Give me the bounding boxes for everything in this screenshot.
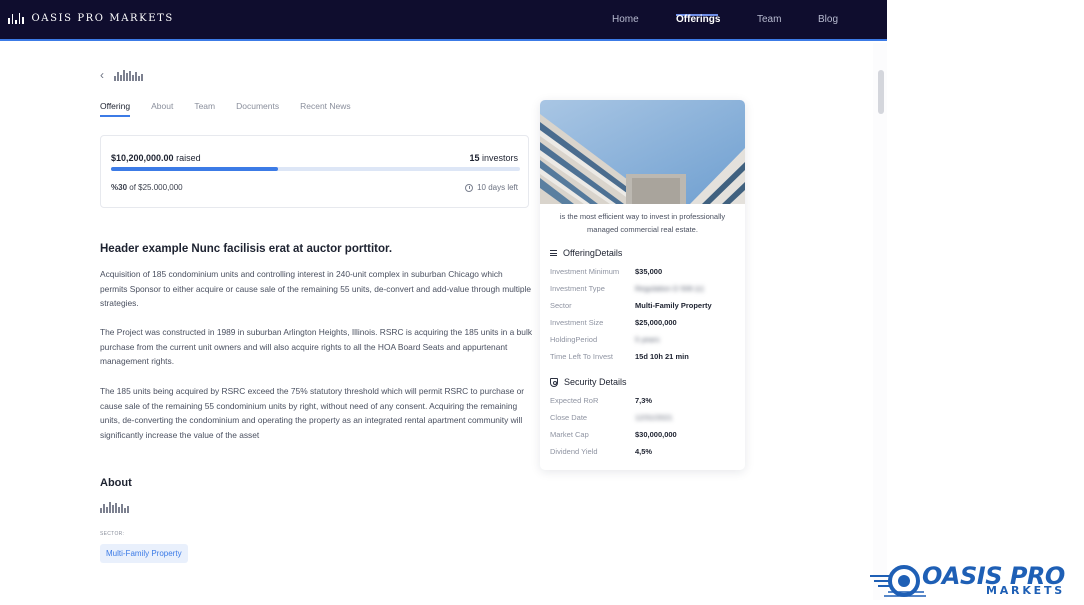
raised-amount: $10,200,000.00 raised [111,153,201,163]
days-left-text: 10 days left [477,183,518,192]
detail-label: Dividend Yield [550,447,598,456]
back-chevron-icon[interactable]: ‹ [100,68,104,82]
nav-link-team[interactable]: Team [757,14,781,25]
page-scrollbar[interactable] [873,43,887,600]
offering-details-title: OfferingDetails [563,248,623,258]
detail-label: Investment Size [550,318,604,327]
raise-progress-card: $10,200,000.00 raised 15 investors %30 o… [100,135,529,208]
security-details-heading: Security Details [550,377,627,387]
watermark-emblem-icon [870,565,926,597]
offering-details-card: is the most efficient way to invest in p… [540,100,745,470]
detail-label: HoldingPeriod [550,335,598,344]
nav-link-blog[interactable]: Blog [818,14,838,25]
top-navbar: OASIS PRO MARKETS Home Offerings Team Bl… [0,0,887,41]
detail-label: Close Date [550,413,588,422]
detail-label: Investment Type [550,284,605,293]
clock-icon [465,183,474,192]
detail-label: Sector [550,301,572,310]
raise-progress-fill [111,167,278,171]
offering-tagline: is the most efficient way to invest in p… [559,212,726,234]
investor-number: 15 [469,153,480,163]
raised-label: raised [176,153,201,163]
nav-link-offerings[interactable]: Offerings [676,14,720,25]
detail-value: $25,000,000 [635,318,677,327]
watermark-subtitle: MARKETS [986,584,1065,597]
offering-tabs: Offering About Team Documents Recent New… [100,101,372,117]
sector-chip[interactable]: Multi-Family Property [100,544,188,563]
detail-value-redacted: Regulation D 506 (c) [635,284,704,293]
detail-value-redacted: 12/31/2021 [635,413,673,422]
article-paragraph: Acquisition of 185 condominium units and… [100,269,532,309]
detail-value: 4,5% [635,447,653,456]
list-icon [550,250,557,256]
back-row: ‹ [100,68,143,82]
detail-label: Expected RoR [550,396,599,405]
investor-count: 15 investors [469,153,518,163]
offering-details-heading: OfferingDetails [550,248,622,258]
raised-value: $10,200,000.00 [111,153,174,163]
tab-documents[interactable]: Documents [236,101,279,117]
about-company-logo-icon [100,502,129,513]
about-heading: About [100,477,132,489]
goal-amount: of $25.000,000 [129,183,183,192]
percent-value: %30 [111,183,128,192]
brand-logo[interactable]: OASIS PRO MARKETS [8,13,174,24]
building-photo [540,100,745,204]
detail-value-redacted: 5 years [635,335,660,344]
article-paragraph: The Project was constructed in 1989 in s… [100,327,533,367]
detail-value: $35,000 [635,267,663,276]
raise-progress-bar [111,167,520,171]
goal-percent: %30 of $25.000,000 [111,183,183,192]
detail-value: Multi-Family Property [635,301,712,310]
detail-label: Time Left To Invest [550,352,613,361]
scrollbar-thumb[interactable] [878,70,884,114]
brand-mark-icon [8,13,24,24]
investors-label: investors [481,153,518,163]
oasis-pro-watermark-logo: OASIS PRO MARKETS [868,562,1080,600]
detail-label: Investment Minimum [550,267,620,276]
company-logo-icon [114,69,143,81]
tab-team[interactable]: Team [194,101,215,117]
tab-about[interactable]: About [151,101,173,117]
nav-link-home[interactable]: Home [612,14,639,25]
sector-label: SECTOR: [100,531,125,537]
detail-value: 15d 10h 21 min [635,352,689,361]
detail-value: 7,3% [635,396,653,405]
detail-value: $30,000,000 [635,430,677,439]
security-details-title: Security Details [564,377,627,387]
article-title: Header example Nunc facilisis erat at au… [100,243,393,255]
tab-recent-news[interactable]: Recent News [300,101,351,117]
detail-label: Market Cap [550,430,589,439]
tab-offering[interactable]: Offering [100,101,131,117]
brand-name: OASIS PRO MARKETS [31,13,174,24]
days-left: 10 days left [465,183,518,192]
shield-icon [550,377,558,387]
article-paragraph: The 185 units being acquired by RSRC exc… [100,386,525,441]
